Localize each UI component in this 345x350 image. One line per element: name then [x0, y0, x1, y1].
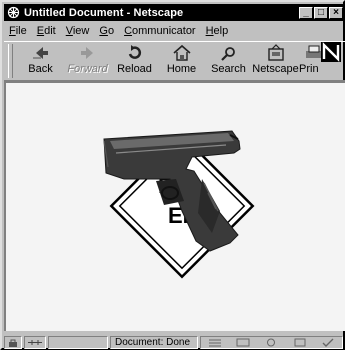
back-arrow-icon	[30, 44, 52, 62]
menu-file[interactable]: File	[4, 25, 32, 37]
reload-icon	[124, 44, 146, 62]
menu-edit[interactable]: Edit	[32, 25, 61, 37]
forward-label: Forward	[67, 63, 108, 75]
print-label: Prin	[299, 63, 319, 75]
navigator-icon[interactable]	[208, 338, 222, 347]
status-bar: Document: Done	[4, 335, 345, 350]
reload-label: Reload	[117, 63, 152, 75]
window-title: Untitled Document - Netscape	[24, 6, 184, 19]
menu-bar: File Edit View Go Communicator Help	[4, 22, 345, 40]
home-button[interactable]: Home	[158, 42, 205, 78]
menu-go[interactable]: Go	[94, 25, 119, 37]
page-content-area[interactable]: DE END	[4, 81, 345, 331]
forward-button[interactable]: Forward	[64, 42, 111, 78]
search-button[interactable]: Search	[205, 42, 252, 78]
home-label: Home	[166, 63, 197, 75]
menu-communicator[interactable]: Communicator	[119, 25, 201, 37]
back-button[interactable]: Back	[17, 42, 64, 78]
close-button[interactable]: ×	[329, 6, 343, 19]
security-lock-icon[interactable]	[4, 336, 22, 349]
search-icon	[218, 44, 240, 62]
browser-window: Untitled Document - Netscape _ □ × File …	[0, 0, 345, 350]
check-icon[interactable]	[321, 338, 335, 347]
minimize-button[interactable]: _	[299, 6, 313, 19]
netscape-button[interactable]: Netscape	[252, 42, 299, 78]
search-label: Search	[211, 63, 246, 75]
menu-view[interactable]: View	[61, 25, 95, 37]
netscape-guide-icon	[265, 44, 287, 62]
progress-meter	[48, 336, 108, 349]
netscape-logo[interactable]	[321, 42, 341, 62]
title-bar[interactable]: Untitled Document - Netscape _ □ ×	[4, 4, 345, 21]
netscape-label: Netscape	[252, 63, 299, 75]
connection-icon[interactable]	[24, 336, 46, 349]
composer-icon[interactable]	[293, 338, 307, 347]
discussions-icon[interactable]	[264, 338, 278, 347]
reload-button[interactable]: Reload	[111, 42, 158, 78]
status-text: Document: Done	[110, 336, 198, 349]
forward-arrow-icon	[77, 44, 99, 62]
gun-and-sign-image: DE END	[103, 130, 255, 279]
mail-icon[interactable]	[236, 338, 250, 347]
menu-help[interactable]: Help	[201, 25, 234, 37]
back-label: Back	[28, 63, 53, 75]
maximize-button[interactable]: □	[314, 6, 328, 19]
navigation-toolbar: Back Forward Reload Home Search Netscape…	[4, 41, 345, 81]
component-bar	[200, 336, 343, 349]
toolbar-grip[interactable]	[8, 44, 13, 78]
netscape-app-icon[interactable]	[7, 6, 20, 19]
home-icon	[171, 44, 193, 62]
